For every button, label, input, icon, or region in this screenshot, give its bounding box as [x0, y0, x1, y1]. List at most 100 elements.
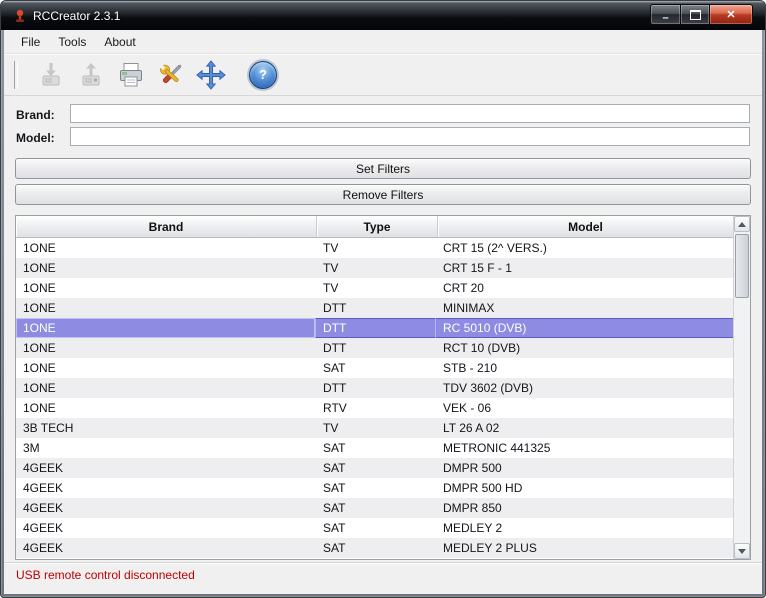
cell-type: SAT: [323, 441, 346, 455]
read-remote-icon: [82, 62, 100, 85]
table-row[interactable]: 4GEEK SAT DMPR 500: [16, 458, 734, 478]
table-row[interactable]: 1ONE DTT RCT 10 (DVB): [16, 338, 734, 358]
cell-brand: 1ONE: [23, 241, 56, 255]
table-row[interactable]: 1ONE TV CRT 20: [16, 278, 734, 298]
cell-brand: 4GEEK: [23, 501, 64, 515]
cell-type: SAT: [323, 521, 346, 535]
cell-model: MINIMAX: [443, 301, 495, 315]
table-row[interactable]: 4GEEK SAT DMPR 850: [16, 498, 734, 518]
cell-type: DTT: [323, 341, 347, 355]
scroll-down-button[interactable]: [734, 543, 750, 559]
cell-model: CRT 15 (2^ VERS.): [443, 241, 547, 255]
column-header-type[interactable]: Type: [317, 216, 438, 237]
title-bar[interactable]: RCCreator 2.3.1 – ✕: [1, 1, 765, 30]
table-row[interactable]: 3B TECH TV LT 26 A 02: [16, 418, 734, 438]
table-row[interactable]: 3M SAT METRONIC 441325: [16, 438, 734, 458]
column-header-brand[interactable]: Brand: [16, 216, 317, 237]
write-remote-icon: [42, 62, 60, 85]
scrollbar-thumb[interactable]: [735, 234, 749, 298]
cell-model: STB - 210: [443, 361, 498, 375]
remove-filters-button[interactable]: Remove Filters: [15, 184, 751, 205]
table-row[interactable]: 1ONE DTT RC 5010 (DVB): [16, 318, 734, 338]
table-header: Brand Type Model: [16, 216, 734, 238]
write-remote-button: [34, 58, 68, 92]
cell-model: CRT 20: [443, 281, 484, 295]
close-icon: ✕: [726, 9, 736, 21]
brand-input[interactable]: [70, 104, 750, 123]
cell-type: SAT: [323, 481, 346, 495]
cell-model: DMPR 850: [443, 501, 502, 515]
cell-type: TV: [323, 241, 339, 255]
help-glyph: ?: [259, 67, 267, 82]
cell-model: LT 26 A 02: [443, 421, 500, 435]
cell-type: DTT: [323, 301, 347, 315]
cell-brand: 3B TECH: [23, 421, 74, 435]
cell-brand: 4GEEK: [23, 481, 64, 495]
menu-file[interactable]: File: [12, 35, 49, 49]
model-input[interactable]: [70, 127, 750, 146]
close-button[interactable]: ✕: [710, 4, 753, 25]
cell-type: DTT: [316, 318, 436, 338]
table-row[interactable]: 1ONE RTV VEK - 06: [16, 398, 734, 418]
minimize-button[interactable]: –: [650, 4, 681, 25]
app-window: RCCreator 2.3.1 – ✕ File Tools About ? B…: [0, 0, 766, 598]
menu-about[interactable]: About: [95, 35, 144, 49]
status-divider: [4, 562, 762, 563]
maximize-icon: [689, 9, 701, 20]
cell-model: MEDLEY 2 PLUS: [443, 541, 537, 555]
arrow-down-icon: [738, 548, 746, 554]
set-filters-button[interactable]: Set Filters: [15, 158, 751, 179]
maximize-button[interactable]: [681, 4, 710, 25]
cell-type: SAT: [323, 541, 346, 555]
scroll-up-button[interactable]: [734, 216, 750, 232]
tools-icon: [158, 63, 182, 83]
cell-model: RCT 10 (DVB): [443, 341, 521, 355]
cell-model: METRONIC 441325: [443, 441, 551, 455]
table-row[interactable]: 1ONE TV CRT 15 F - 1: [16, 258, 734, 278]
cell-brand: 4GEEK: [23, 461, 64, 475]
cell-brand: 1ONE: [23, 341, 56, 355]
cell-model: TDV 3602 (DVB): [443, 381, 534, 395]
move-button[interactable]: [194, 58, 228, 92]
cell-model: DMPR 500 HD: [443, 481, 523, 495]
help-icon: ?: [249, 60, 277, 89]
print-button[interactable]: [114, 58, 148, 92]
menu-tools[interactable]: Tools: [49, 35, 95, 49]
table-row[interactable]: 1ONE DTT TDV 3602 (DVB): [16, 378, 734, 398]
table-row[interactable]: 4GEEK SAT MEDLEY 2 PLUS: [16, 538, 734, 558]
move-icon: [196, 59, 226, 90]
column-header-model[interactable]: Model: [438, 216, 734, 237]
model-label: Model:: [16, 131, 55, 145]
table-row[interactable]: 4GEEK SAT DMPR 500 HD: [16, 478, 734, 498]
minimize-icon: –: [662, 12, 669, 24]
table-body: 1ONE TV CRT 15 (2^ VERS.) 1ONE TV CRT 15 F - …: [16, 238, 734, 559]
cell-type: SAT: [323, 501, 346, 515]
cell-brand: 1ONE: [23, 301, 56, 315]
table-row[interactable]: 1ONE DTT MINIMAX: [16, 298, 734, 318]
menu-bar: File Tools About: [4, 30, 762, 54]
cell-brand: 4GEEK: [23, 521, 64, 535]
cell-type: TV: [323, 261, 339, 275]
cell-brand: 1ONE: [16, 318, 316, 338]
cell-type: TV: [323, 281, 339, 295]
help-button[interactable]: ?: [246, 58, 280, 92]
cell-brand: 1ONE: [23, 281, 56, 295]
read-remote-button: [74, 58, 108, 92]
table-row[interactable]: 1ONE SAT STB - 210: [16, 358, 734, 378]
window-title: RCCreator 2.3.1: [33, 9, 121, 23]
table-row[interactable]: 4GEEK SAT MEDLEY 2: [16, 518, 734, 538]
settings-button[interactable]: [154, 58, 188, 92]
arrow-up-icon: [738, 221, 746, 227]
brand-label: Brand:: [16, 108, 55, 122]
cell-type: DTT: [323, 381, 347, 395]
cell-type: RTV: [323, 401, 347, 415]
status-message: USB remote control disconnected: [16, 568, 195, 582]
cell-brand: 4GEEK: [23, 541, 64, 555]
cell-brand: 3M: [23, 441, 40, 455]
printer-icon: [120, 62, 142, 86]
cell-type: SAT: [323, 461, 346, 475]
toolbar-gripper: [14, 60, 18, 89]
table-row[interactable]: 1ONE TV CRT 15 (2^ VERS.): [16, 238, 734, 258]
device-table: Brand Type Model 1ONE TV CRT 15 (2^ VERS.)…: [15, 215, 751, 560]
vertical-scrollbar[interactable]: [733, 216, 750, 559]
